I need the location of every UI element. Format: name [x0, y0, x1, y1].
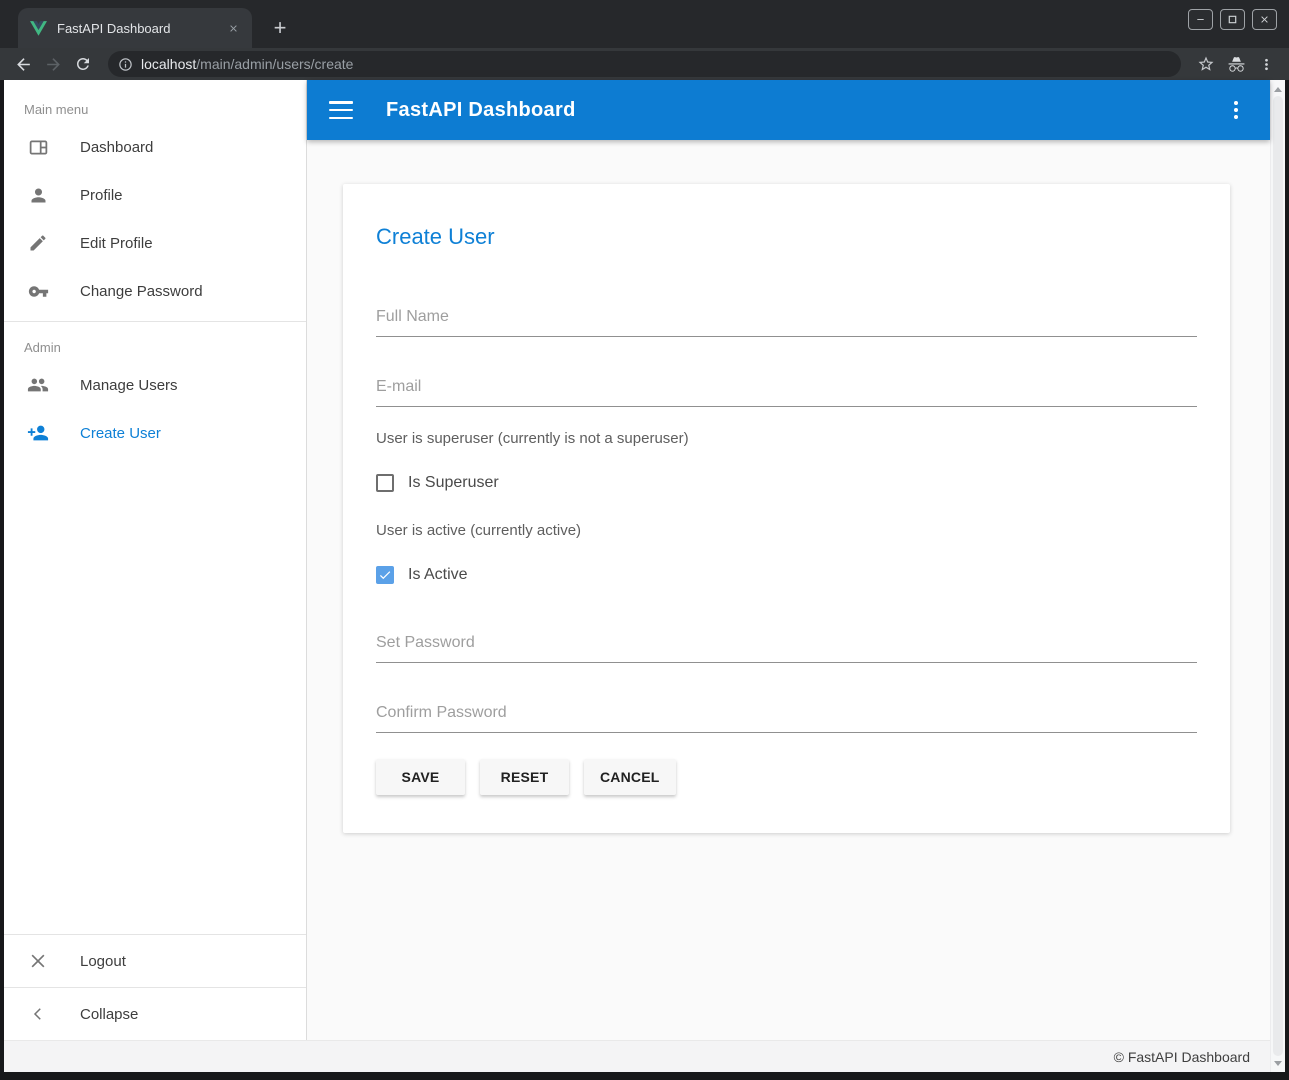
sidebar-item-label: Dashboard	[80, 139, 153, 156]
close-icon	[27, 950, 49, 972]
app-title: FastAPI Dashboard	[386, 99, 1224, 122]
set-password-field	[376, 634, 1197, 663]
sidebar-item-label: Logout	[80, 953, 126, 970]
sidebar-item-label: Create User	[80, 425, 161, 442]
hamburger-menu-icon[interactable]	[329, 101, 353, 119]
main-area: FastAPI Dashboard Create User	[307, 80, 1270, 1040]
sidebar-item-manage-users[interactable]: Manage Users	[4, 361, 306, 409]
email-input[interactable]	[376, 378, 1197, 407]
page-content: Create User User is superuser (currently…	[307, 140, 1270, 1040]
app-viewport: Main menu Dashboard Profile	[4, 80, 1285, 1072]
browser-tab[interactable]: FastAPI Dashboard	[18, 8, 252, 48]
page-footer: © FastAPI Dashboard	[4, 1040, 1270, 1072]
new-tab-button[interactable]: +	[266, 14, 294, 42]
sidebar-item-label: Edit Profile	[80, 235, 153, 252]
chevron-left-icon	[27, 1003, 49, 1025]
page-title: Create User	[376, 224, 1197, 250]
full-name-field	[376, 308, 1197, 337]
sidebar-item-create-user[interactable]: Create User	[4, 409, 306, 457]
forward-icon[interactable]	[40, 51, 66, 77]
browser-menu-kebab-icon[interactable]	[1253, 51, 1279, 77]
checkbox-label: Is Superuser	[408, 474, 499, 492]
email-field	[376, 378, 1197, 407]
checkbox-unchecked-icon[interactable]	[376, 474, 394, 492]
back-icon[interactable]	[10, 51, 36, 77]
is-superuser-checkbox-row[interactable]: Is Superuser	[376, 474, 1197, 492]
tab-strip: FastAPI Dashboard +	[0, 0, 1289, 48]
reload-icon[interactable]	[70, 51, 96, 77]
sidebar-item-collapse[interactable]: Collapse	[4, 988, 306, 1040]
copyright-text: © FastAPI Dashboard	[1114, 1049, 1250, 1065]
incognito-icon	[1223, 51, 1249, 77]
sidebar-item-edit-profile[interactable]: Edit Profile	[4, 219, 306, 267]
sidebar-section-label: Main menu	[24, 102, 306, 117]
sidebar-item-label: Profile	[80, 187, 123, 204]
sidebar-item-profile[interactable]: Profile	[4, 171, 306, 219]
scroll-down-icon[interactable]	[1271, 1056, 1285, 1070]
reset-button[interactable]: RESET	[480, 759, 569, 795]
tab-close-icon[interactable]	[224, 19, 242, 37]
sidebar-item-label: Change Password	[80, 283, 203, 300]
checkbox-checked-icon[interactable]	[376, 566, 394, 584]
vue-logo-icon	[30, 21, 47, 36]
url-text: localhost/main/admin/users/create	[141, 56, 353, 72]
scrollbar-thumb[interactable]	[1273, 96, 1283, 1056]
sidebar-spacer	[4, 457, 306, 934]
checkbox-label: Is Active	[408, 566, 468, 584]
sidebar-item-label: Manage Users	[80, 377, 178, 394]
page-scrollbar[interactable]	[1270, 80, 1285, 1072]
save-button[interactable]: SAVE	[376, 759, 465, 795]
browser-toolbar: localhost/main/admin/users/create	[0, 48, 1289, 80]
sidebar-item-change-password[interactable]: Change Password	[4, 267, 306, 315]
sidebar-divider	[4, 321, 306, 322]
confirm-password-field	[376, 704, 1197, 733]
browser-window: FastAPI Dashboard +	[0, 0, 1289, 1080]
group-icon	[27, 374, 49, 396]
person-add-icon	[27, 422, 49, 444]
active-hint: User is active (currently active)	[376, 522, 1197, 539]
create-user-card: Create User User is superuser (currently…	[343, 184, 1230, 833]
toolbar-kebab-icon[interactable]	[1224, 98, 1248, 122]
app-toolbar: FastAPI Dashboard	[307, 80, 1270, 140]
maximize-button[interactable]	[1220, 9, 1245, 30]
address-bar[interactable]: localhost/main/admin/users/create	[108, 51, 1181, 77]
tab-title: FastAPI Dashboard	[57, 21, 224, 36]
sidebar-section-label: Admin	[24, 340, 306, 355]
minimize-button[interactable]	[1188, 9, 1213, 30]
key-icon	[27, 280, 49, 302]
bookmark-star-icon[interactable]	[1193, 51, 1219, 77]
sidebar-item-logout[interactable]: Logout	[4, 935, 306, 987]
confirm-password-input[interactable]	[376, 704, 1197, 733]
sidebar: Main menu Dashboard Profile	[4, 80, 307, 1040]
url-path: /main/admin/users/create	[196, 56, 353, 72]
set-password-input[interactable]	[376, 634, 1197, 663]
superuser-hint: User is superuser (currently is not a su…	[376, 430, 1197, 447]
window-controls	[1188, 9, 1277, 30]
person-icon	[27, 184, 49, 206]
cancel-button[interactable]: CANCEL	[584, 759, 676, 795]
form-actions: SAVE RESET CANCEL	[376, 759, 1197, 795]
pencil-icon	[27, 232, 49, 254]
sidebar-item-label: Collapse	[80, 1006, 138, 1023]
dashboard-icon	[27, 136, 49, 158]
is-active-checkbox-row[interactable]: Is Active	[376, 566, 1197, 584]
scroll-up-icon[interactable]	[1271, 82, 1285, 96]
info-icon	[118, 57, 133, 72]
close-button[interactable]	[1252, 9, 1277, 30]
sidebar-item-dashboard[interactable]: Dashboard	[4, 123, 306, 171]
url-host: localhost	[141, 56, 196, 72]
full-name-input[interactable]	[376, 308, 1197, 337]
